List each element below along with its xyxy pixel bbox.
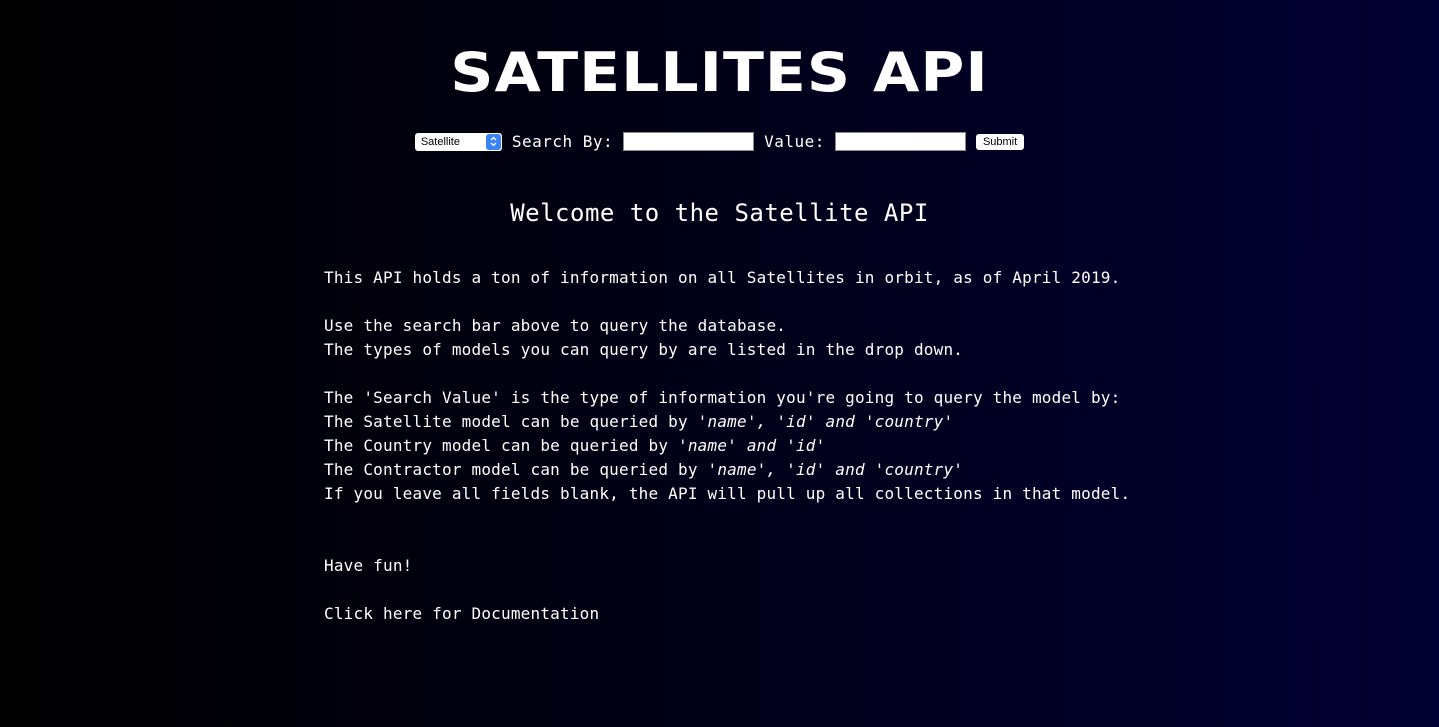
usage-text-2: The types of models you can query by are… (324, 340, 964, 359)
model-select[interactable]: Satellite (414, 132, 502, 151)
contractor-query-prefix: The Contractor model can be queried by (324, 460, 708, 479)
value-label: Value: (764, 132, 825, 151)
contractor-query-text: The Contractor model can be queried by '… (324, 458, 1204, 482)
country-query-text: The Country model can be queried by 'nam… (324, 434, 1204, 458)
value-input[interactable] (834, 132, 966, 151)
search-form: Satellite Search By: Value: Submit (0, 132, 1439, 151)
model-select-value: Satellite (420, 135, 460, 148)
contractor-query-fields: 'name', 'id' and 'country' (707, 460, 964, 479)
intro-text: This API holds a ton of information on a… (324, 268, 1121, 287)
satellite-query-prefix: The Satellite model can be queried by (324, 412, 698, 431)
content-body: This API holds a ton of information on a… (324, 266, 1204, 626)
usage-text-1: Use the search bar above to query the da… (324, 316, 787, 335)
updown-chevron-icon (485, 133, 501, 150)
search-by-label: Search By: (511, 132, 614, 151)
documentation-link[interactable]: Click here for Documentation (324, 604, 599, 623)
search-by-input[interactable] (623, 132, 755, 151)
sign-off-text: Have fun! (324, 556, 413, 575)
country-query-fields: 'name' and 'id' (677, 436, 826, 455)
submit-button[interactable]: Submit (975, 133, 1025, 150)
satellite-query-fields: 'name', 'id' and 'country' (697, 412, 954, 431)
welcome-heading: Welcome to the Satellite API (510, 199, 929, 227)
country-query-prefix: The Country model can be queried by (324, 436, 678, 455)
search-value-text: The 'Search Value' is the type of inform… (324, 388, 1121, 407)
satellite-query-text: The Satellite model can be queried by 'n… (324, 410, 1204, 434)
page-title: SATELLITES API (450, 41, 989, 105)
blank-fields-note: If you leave all fields blank, the API w… (324, 484, 1131, 503)
